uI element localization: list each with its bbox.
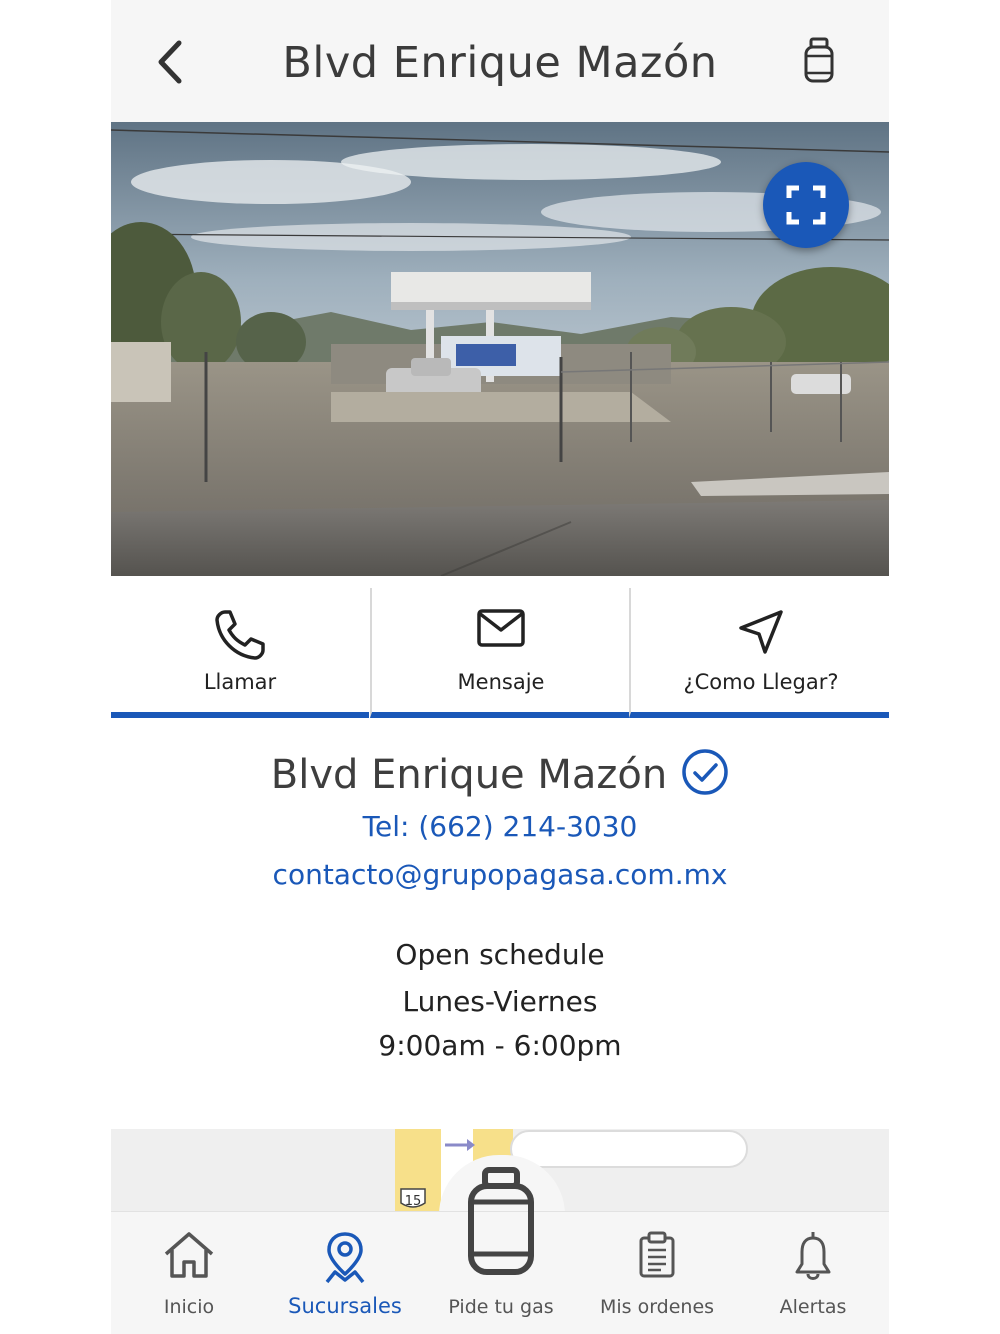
nav-label-sucursales: Sucursales <box>288 1294 402 1318</box>
nav-label-alertas: Alertas <box>779 1296 847 1318</box>
highway-shield-label: 15 <box>405 1194 422 1209</box>
branch-name-row: Blvd Enrique Mazón <box>111 749 889 798</box>
nav-label-inicio: Inicio <box>163 1296 215 1318</box>
navigation-icon <box>739 610 783 654</box>
call-label: Llamar <box>203 670 277 694</box>
schedule-days: Lunes-Viernes <box>402 985 598 1018</box>
schedule-title: Open schedule <box>395 938 605 971</box>
message-button[interactable]: Mensaje <box>370 588 630 718</box>
nav-sucursales[interactable]: Sucursales <box>267 1212 423 1334</box>
branch-detail-screen: Blvd Enrique Mazón Llamar Mensaje ¿Como … <box>111 0 889 1334</box>
fullscreen-button[interactable] <box>763 162 849 248</box>
phone-icon <box>215 610 265 660</box>
fullscreen-icon <box>786 185 826 225</box>
home-icon <box>164 1232 214 1278</box>
nav-inicio[interactable]: Inicio <box>111 1212 267 1334</box>
message-label: Mensaje <box>457 670 545 694</box>
page-title: Blvd Enrique Mazón <box>282 38 718 88</box>
call-button[interactable]: Llamar <box>111 588 369 718</box>
gas-cylinder-icon <box>468 1167 534 1275</box>
branch-photo[interactable] <box>111 122 889 576</box>
directions-label: ¿Como Llegar? <box>683 670 839 694</box>
nav-label-pide-tu-gas: Pide tu gas <box>448 1296 554 1318</box>
email-link[interactable]: contacto@grupopagasa.com.mx <box>111 858 889 891</box>
gas-tank-icon <box>804 37 834 83</box>
clipboard-icon <box>639 1231 675 1278</box>
location-pin-icon <box>325 1232 365 1284</box>
nav-label-mis-ordenes: Mis ordenes <box>599 1296 715 1318</box>
action-bar: Llamar Mensaje ¿Como Llegar? <box>111 588 889 718</box>
bell-icon <box>795 1232 831 1280</box>
mail-icon <box>477 609 525 647</box>
gas-tank-button[interactable] <box>801 36 837 86</box>
verified-check-icon <box>682 749 728 795</box>
directions-button[interactable]: ¿Como Llegar? <box>629 588 889 718</box>
phone-link[interactable]: Tel: (662) 214-3030 <box>111 810 889 843</box>
app-header: Blvd Enrique Mazón <box>111 0 889 122</box>
schedule-hours: 9:00am - 6:00pm <box>378 1029 622 1062</box>
branch-name: Blvd Enrique Mazón <box>270 752 668 798</box>
bottom-nav: Inicio Sucursales Pide tu gas Mis ordene… <box>111 1167 889 1334</box>
nav-mis-ordenes[interactable]: Mis ordenes <box>579 1212 735 1334</box>
nav-pide-tu-gas[interactable]: Pide tu gas <box>423 1167 579 1334</box>
nav-alertas[interactable]: Alertas <box>735 1212 889 1334</box>
